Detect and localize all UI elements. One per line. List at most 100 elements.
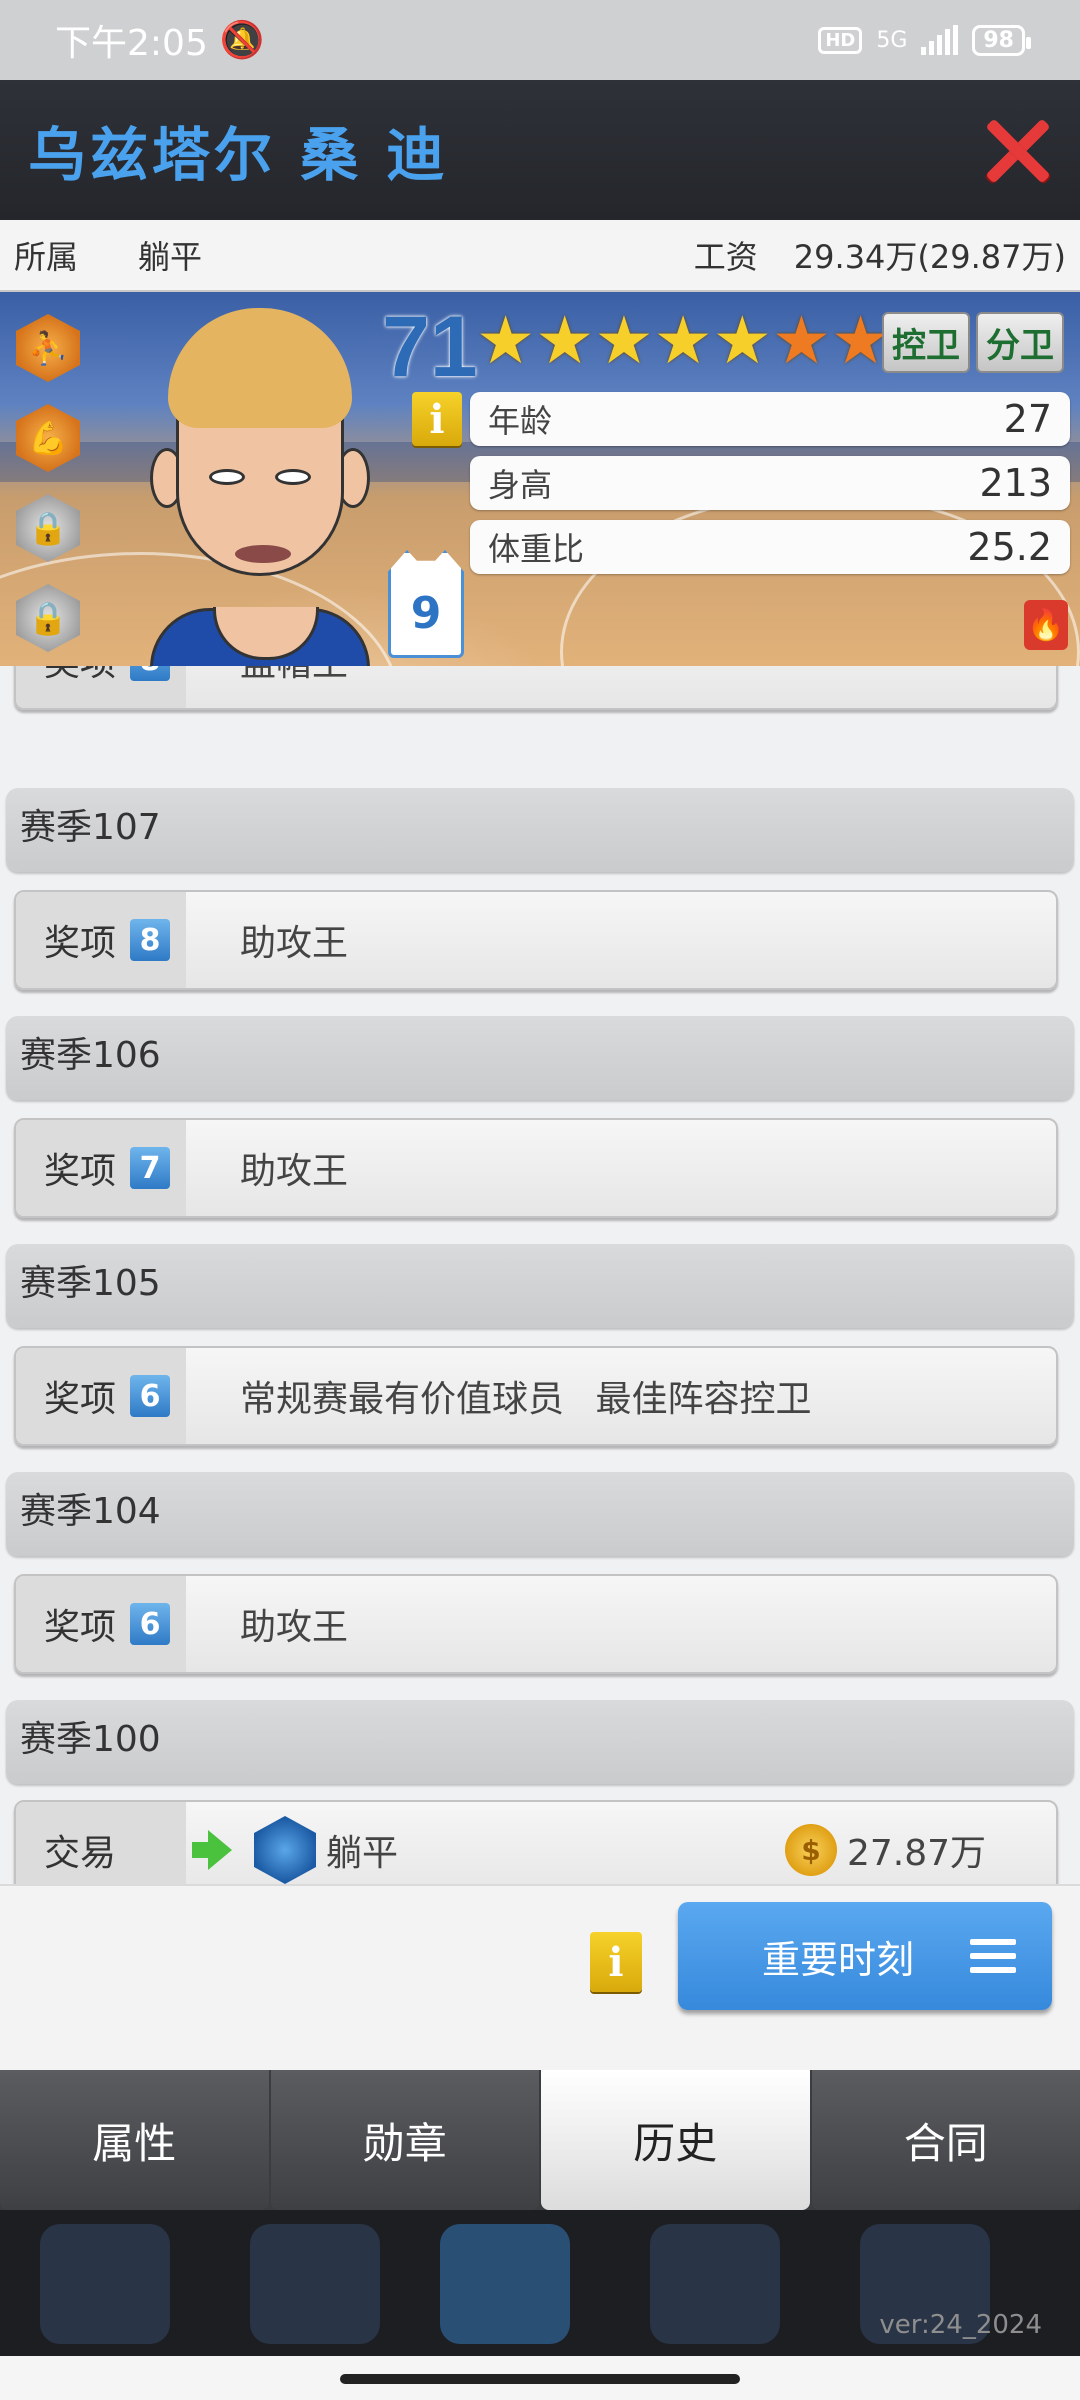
fire-icon[interactable]: 🔥 (1024, 600, 1068, 650)
tab-history[interactable]: 历史 (541, 2070, 810, 2210)
star-icon: ★ (594, 302, 654, 379)
award-text: 盖帽王 (186, 666, 348, 686)
position-tag: 控卫 (882, 312, 970, 373)
coin-icon: $ (784, 1824, 837, 1876)
award-row: 奖项 8 助攻王 (14, 890, 1058, 990)
award-count-badge: 6 (130, 1603, 171, 1645)
status-bar: 下午2:05 🔕 HD 5G 98 (0, 0, 1080, 80)
battery-level: 98 (983, 27, 1014, 53)
stat-row-age: 年龄 27 (470, 392, 1070, 446)
award-label: 奖项 (44, 923, 117, 964)
award-text: 助攻王 (240, 1607, 349, 1648)
award-count-badge: 8 (130, 666, 171, 681)
award-label-cell: 奖项 7 (16, 1120, 186, 1216)
award-row: 奖项 8 盖帽王 (14, 666, 1058, 710)
award-count-badge: 6 (130, 1375, 171, 1417)
info-icon[interactable]: i (590, 1932, 642, 1992)
award-text: 常规赛最有价值球员 最佳阵容控卫 (240, 1379, 812, 1420)
version-text: ver:24_2024 (879, 2310, 1042, 2340)
stat-label: 体重比 (488, 530, 585, 568)
award-label-cell: 奖项 8 (16, 892, 186, 988)
player-name: 乌兹塔尔 桑 迪 (28, 121, 449, 189)
battery-icon: 98 (972, 24, 1031, 56)
stat-row-height: 身高 213 (470, 456, 1070, 510)
trade-amount: 27.87万 (846, 1833, 986, 1874)
stat-value: 25.2 (967, 525, 1052, 569)
award-label-cell: 奖项 6 (16, 1576, 186, 1672)
tab-medals[interactable]: 勋章 (270, 2070, 539, 2210)
title-bar: 乌兹塔尔 桑 迪 (0, 80, 1080, 220)
key-moments-label: 重要时刻 (762, 1937, 915, 1982)
stat-label: 年龄 (488, 402, 553, 440)
trade-label: 交易 (44, 1833, 117, 1874)
star-icon: ★ (712, 302, 772, 379)
muscle-badge-icon[interactable]: 💪 (16, 404, 80, 472)
lock-icon[interactable]: 🔒 (16, 494, 80, 562)
tab-attributes[interactable]: 属性 (0, 2070, 269, 2210)
signal-icon (921, 25, 959, 55)
info-icon[interactable]: i (412, 392, 462, 446)
info-row: 所属 躺平 工资 29.34万(29.87万) (0, 220, 1080, 292)
close-icon[interactable] (982, 115, 1052, 185)
award-count-badge: 8 (130, 919, 171, 961)
jersey-icon: 9 (388, 550, 464, 658)
award-text: 助攻王 (240, 923, 349, 964)
mute-icon: 🔕 (219, 20, 265, 61)
avatar-eye (275, 469, 311, 485)
stat-value: 213 (979, 461, 1052, 505)
arrow-right-icon (192, 1830, 232, 1870)
team-value: 躺平 (138, 238, 203, 276)
network-type: 5G (876, 27, 908, 53)
star-icon: ★ (476, 302, 536, 379)
salary-value: 29.34万(29.87万) (793, 238, 1066, 276)
action-bar: i 重要时刻 (0, 1884, 1080, 2070)
salary-label: 工资 (693, 238, 758, 276)
team-logo-icon (254, 1816, 316, 1884)
player-rating: 71 (382, 299, 478, 395)
nav-ghost-icon (650, 2224, 780, 2344)
status-time: 下午2:05 (55, 23, 208, 64)
hd-icon: HD (818, 26, 863, 54)
season-header: 赛季107 (6, 788, 1074, 872)
nav-ghost-icon (250, 2224, 380, 2344)
home-indicator[interactable] (340, 2374, 740, 2384)
trade-row: 交易 躺平 $ 27.87万 (14, 1800, 1058, 1884)
nav-ghost-icon (440, 2224, 570, 2344)
avatar-jersey (150, 607, 370, 666)
award-row: 奖项 6 助攻王 (14, 1574, 1058, 1674)
award-count-badge: 7 (130, 1147, 171, 1189)
key-moments-button[interactable]: 重要时刻 (678, 1902, 1052, 2010)
tab-bar: 属性 勋章 历史 合同 (0, 2070, 1080, 2210)
award-text: 助攻王 (240, 1151, 349, 1192)
award-label-cell: 奖项 8 (16, 666, 186, 708)
player-panel: ⛹ 💪 🔒 🔒 9 71 ★★★★★★★★ 控卫 分卫 i 年龄 27 身高 2… (0, 292, 1080, 666)
star-icon: ★ (771, 302, 832, 379)
lock-icon[interactable]: 🔒 (16, 584, 80, 652)
award-label: 奖项 (44, 1151, 117, 1192)
star-rating: ★★★★★★★★ (476, 304, 949, 378)
stat-value: 27 (1003, 397, 1052, 441)
award-label: 奖项 (44, 666, 116, 686)
award-label: 奖项 (44, 1607, 117, 1648)
trade-details: 躺平 $ 27.87万 (186, 1816, 1056, 1884)
stat-label: 身高 (488, 466, 553, 504)
player-avatar (120, 308, 400, 666)
star-icon: ★ (653, 302, 713, 379)
dunk-badge-icon[interactable]: ⛹ (16, 314, 80, 382)
position-tag: 分卫 (976, 312, 1064, 373)
award-row: 奖项 7 助攻王 (14, 1118, 1058, 1218)
stat-list: 年龄 27 身高 213 体重比 25.2 (470, 392, 1070, 574)
avatar-eye (209, 469, 245, 485)
avatar-hair (168, 308, 352, 428)
star-icon: ★ (535, 302, 595, 379)
season-header: 赛季105 (6, 1244, 1074, 1328)
season-header: 赛季104 (6, 1472, 1074, 1556)
menu-icon (970, 1939, 1016, 1973)
footer-game-nav: ver:24_2024 (0, 2210, 1080, 2356)
stat-row-weight-ratio: 体重比 25.2 (470, 520, 1070, 574)
tab-contract[interactable]: 合同 (811, 2070, 1080, 2210)
history-list[interactable]: 奖项 8 盖帽王 赛季107 奖项 8 助攻王 赛季106 奖项 7 助攻王 赛季10… (0, 666, 1080, 1884)
avatar-mouth (235, 545, 291, 563)
position-tags: 控卫 分卫 (882, 312, 1064, 373)
award-label: 奖项 (44, 1379, 117, 1420)
